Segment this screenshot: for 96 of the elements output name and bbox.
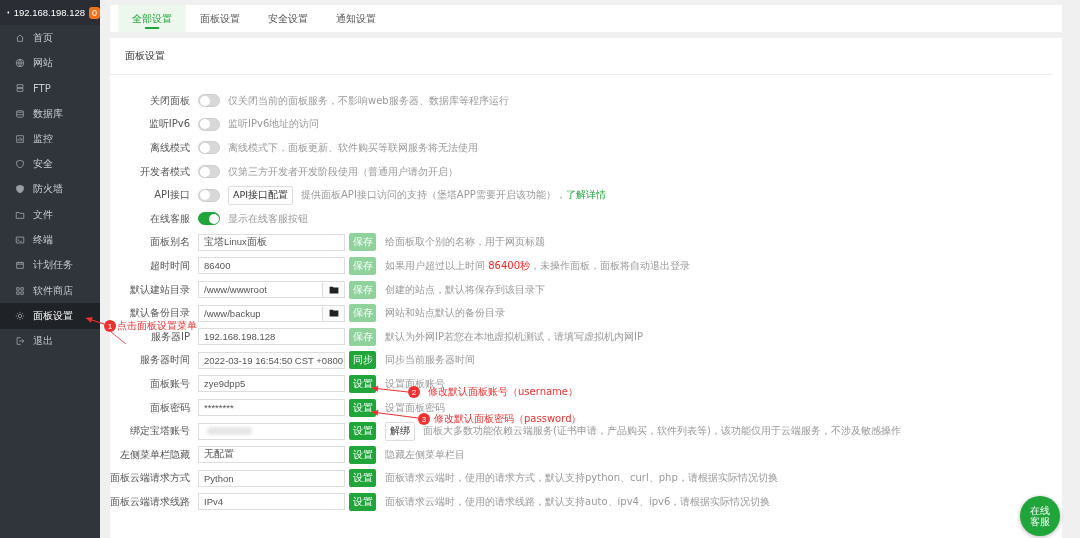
grid-icon xyxy=(15,285,25,296)
chart-icon xyxy=(15,133,25,144)
setting-description: 隐藏左侧菜单栏目 xyxy=(385,447,465,462)
api-config-button[interactable]: API接口配置 xyxy=(228,185,294,205)
toggle-switch[interactable] xyxy=(198,188,220,202)
input-field[interactable]: 192.168.198.128 xyxy=(198,328,345,346)
setting-description: 同步当前服务器时间 xyxy=(385,353,475,368)
blurred-value xyxy=(207,427,252,436)
shield-icon xyxy=(15,184,25,195)
database-icon xyxy=(15,108,25,119)
sidebar-item[interactable]: 文件 xyxy=(0,202,100,228)
setting-description: 网站和站点默认的备份目录 xyxy=(385,306,505,321)
input-field[interactable]: Python xyxy=(198,469,345,487)
input-field[interactable]: 2022-03-19 16:54:50 CST +0800 xyxy=(198,351,345,369)
sidebar-item[interactable]: 软件商店 xyxy=(0,277,100,304)
sidebar-item[interactable]: FTP xyxy=(0,75,100,101)
setting-label: 离线模式 xyxy=(149,141,191,155)
setting-description: 离线模式下，面板更新、软件购买等联网服务将无法使用 xyxy=(228,141,478,155)
sidebar-item[interactable]: 防火墙 xyxy=(0,176,100,203)
setting-description: 如果用户超过以上时间 86400秒，未操作面板，面板将自动退出登录 xyxy=(385,258,690,273)
setting-label: 默认建站目录 xyxy=(129,282,191,297)
sidebar-item[interactable]: 终端 xyxy=(0,227,100,253)
settings-tab[interactable]: 通知设置 xyxy=(322,5,390,32)
globe-icon xyxy=(15,57,25,68)
gear-icon xyxy=(15,310,25,321)
input-field[interactable]: 无配置 xyxy=(198,446,345,464)
setting-description: 面板请求云端时，使用的请求方式，默认支持python、curl、php，请根据实际情况切换 xyxy=(385,471,778,486)
sidebar-item[interactable]: 面板设置 xyxy=(0,303,100,329)
input-field[interactable]: zye9dpp5 xyxy=(198,375,345,393)
toggle-switch[interactable] xyxy=(198,94,220,108)
setting-label: 服务器时间 xyxy=(139,353,191,368)
setting-description: 面板请求云端时，使用的请求线路，默认支持auto、ipv4、ipv6，请根据实际情况切换 xyxy=(385,494,771,509)
setting-description: 面板大多数功能依赖云端服务(证书申请，产品购买，软件列表等)，该功能仅用于云端服务，不涉及敏感操作 xyxy=(423,425,901,439)
setting-description: 创建的站点，默认将保存到该目录下 xyxy=(385,282,545,297)
setting-label: 开发者模式 xyxy=(139,164,191,179)
calendar-icon xyxy=(15,260,25,271)
host-address: 192.168.198.128 xyxy=(13,7,85,18)
input-field[interactable]: 86400 xyxy=(198,257,345,275)
sidebar-item[interactable]: 安全 xyxy=(0,151,100,177)
sidebar-item[interactable]: 退出 xyxy=(0,328,100,354)
toggle-switch[interactable] xyxy=(198,141,220,155)
setting-description: 默认为外网IP若您在本地虚拟机测试，请填写虚拟机内网IP xyxy=(385,329,643,344)
setting-description: 仅关闭当前的面板服务，不影响web服务器、数据库等程序运行 xyxy=(228,93,509,108)
annotation-text: 修改默认面板密码（password） xyxy=(434,413,582,425)
setting-label: 面板云端请求方式 xyxy=(110,471,191,486)
annotation-text: 点击面板设置菜单 xyxy=(117,320,197,332)
input-field[interactable]: /www/backup xyxy=(198,304,345,322)
unbind-button[interactable]: 解绑 xyxy=(385,421,415,441)
setting-description: 显示在线客服按钮 xyxy=(228,211,308,226)
setting-label: 服务器IP xyxy=(151,330,191,344)
sidebar-item[interactable]: 网站 xyxy=(0,50,100,76)
folder-icon xyxy=(328,285,339,294)
setting-label: 左侧菜单栏隐藏 xyxy=(119,447,191,462)
setting-label: 监听IPv6 xyxy=(147,117,191,132)
annotation-arrow xyxy=(85,317,127,345)
settings-tab[interactable]: 面板设置 xyxy=(186,5,254,32)
setting-label: 面板密码 xyxy=(149,400,191,415)
input-field[interactable]: IPv4 xyxy=(198,493,345,511)
toggle-switch[interactable] xyxy=(198,212,220,226)
setting-description: 仅第三方开发者开发阶段使用（普通用户请勿开启） xyxy=(228,164,458,179)
setting-label: 面板别名 xyxy=(149,235,191,250)
setting-description: 提供面板API接口访问的支持（堡塔APP需要开启该功能），了解详情 xyxy=(301,188,606,203)
input-field[interactable]: /www/wwwroot xyxy=(198,281,345,299)
annotation-text: 修改默认面板账号（username） xyxy=(428,386,578,398)
terminal-icon xyxy=(15,235,25,245)
account-field[interactable] xyxy=(198,422,345,440)
folder-icon xyxy=(328,309,339,318)
server-icon xyxy=(15,83,25,94)
setting-label: 关闭面板 xyxy=(149,93,191,108)
input-field[interactable]: 宝塔Linux面板 xyxy=(198,233,345,251)
shield-icon xyxy=(15,159,25,170)
setting-description: 设置面板密码 xyxy=(385,400,445,414)
setting-label: 默认备份目录 xyxy=(129,306,191,320)
setting-label: 绑定宝塔账号 xyxy=(129,424,191,439)
setting-description: 监听IPv6地址的访问 xyxy=(228,117,320,132)
house-icon xyxy=(15,32,25,43)
setting-label: 超时时间 xyxy=(149,258,191,273)
sidebar-item[interactable]: 首页 xyxy=(0,25,100,51)
sidebar-item[interactable]: 数据库 xyxy=(0,100,100,127)
sidebar-item[interactable]: 计划任务 xyxy=(0,252,100,278)
setting-description: 给面板取个别的名称，用于网页标题 xyxy=(385,235,545,250)
setting-label: 在线客服 xyxy=(149,211,191,226)
step-number-badge: 1 xyxy=(104,320,116,332)
toggle-switch[interactable] xyxy=(198,117,220,131)
exit-icon xyxy=(15,336,25,347)
input-field[interactable]: ******** xyxy=(198,399,345,416)
folder-button[interactable] xyxy=(322,282,344,298)
setting-label: API接口 xyxy=(153,188,191,203)
setting-label: 面板账号 xyxy=(149,376,191,391)
toggle-switch[interactable] xyxy=(198,165,220,179)
section-title: 面板设置 xyxy=(110,38,1052,75)
folder-button[interactable] xyxy=(322,305,344,321)
sidebar-item[interactable]: 监控 xyxy=(0,126,100,152)
setting-label: 面板云端请求线路 xyxy=(110,494,191,509)
settings-tab[interactable]: 安全设置 xyxy=(254,5,322,32)
folder-icon xyxy=(15,209,25,220)
